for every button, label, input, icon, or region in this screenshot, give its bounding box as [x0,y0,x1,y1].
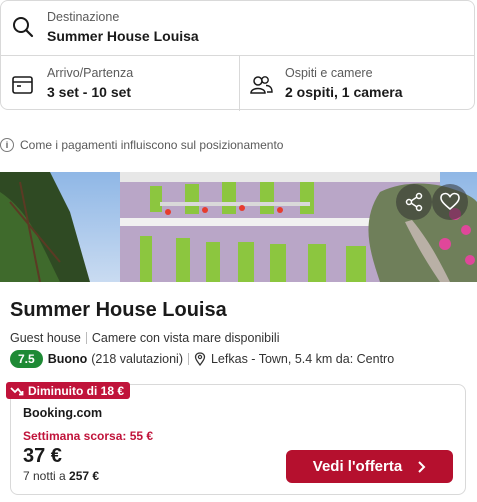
ranking-info-text: Come i pagamenti influiscono sul posizio… [20,138,284,152]
people-icon [250,76,273,94]
nights-prefix: 7 notti a [23,469,70,483]
rating-row: 7.5 Buono (218 valutazioni) Lefkas - Tow… [10,350,394,368]
nights-total-price: 257 € [69,469,100,483]
reviews-count[interactable]: (218 valutazioni) [91,352,183,366]
hotel-type: Guest house [10,331,81,345]
nights-total: 7 notti a 257 € [23,469,99,483]
calendar-icon [12,76,33,94]
price-drop-badge: Diminuito di 18 € [6,382,131,399]
dates-label: Arrivo/Partenza [47,66,134,80]
ranking-info-link[interactable]: i Come i pagamenti influiscono sul posiz… [0,137,283,153]
trend-down-icon [10,386,24,395]
search-icon [13,17,34,38]
rating-word: Buono [47,352,88,366]
dates-field[interactable]: Arrivo/Partenza 3 set - 10 set [1,55,240,111]
destination-field[interactable]: Destinazione Summer House Louisa [1,1,474,56]
score-badge: 7.5 [10,350,43,368]
divider [85,332,87,344]
hotel-name[interactable]: Summer House Louisa [10,299,227,322]
share-icon [405,192,423,212]
guests-field[interactable]: Ospiti e camere 2 ospiti, 1 camera [239,55,476,111]
hotel-meta: Guest house Camere con vista mare dispon… [10,331,279,345]
hotel-location[interactable]: Lefkas - Town, 5.4 km da: Centro [211,352,394,366]
view-offer-label: Vedi l'offerta [312,458,403,475]
location-pin-icon [194,352,206,366]
heart-icon [440,192,460,211]
price-drop-text: Diminuito di 18 € [28,383,125,398]
favorite-button[interactable] [432,184,468,220]
guests-label: Ospiti e camere [285,66,373,80]
dates-value: 3 set - 10 set [47,84,132,100]
last-week-price: Settimana scorsa: 55 € [23,429,154,443]
destination-value: Summer House Louisa [47,28,199,44]
chevron-right-icon [418,460,426,473]
divider [187,353,189,365]
offer-price: 37 € [23,445,62,467]
destination-label: Destinazione [47,10,120,24]
info-icon: i [0,138,14,152]
share-button[interactable] [396,184,432,220]
offer-provider: Booking.com [23,406,103,420]
search-panel: Destinazione Summer House Louisa Arrivo/… [0,0,476,111]
view-offer-button[interactable]: Vedi l'offerta [286,450,453,483]
hotel-feature: Camere con vista mare disponibili [91,331,280,345]
guests-value: 2 ospiti, 1 camera [285,84,403,100]
